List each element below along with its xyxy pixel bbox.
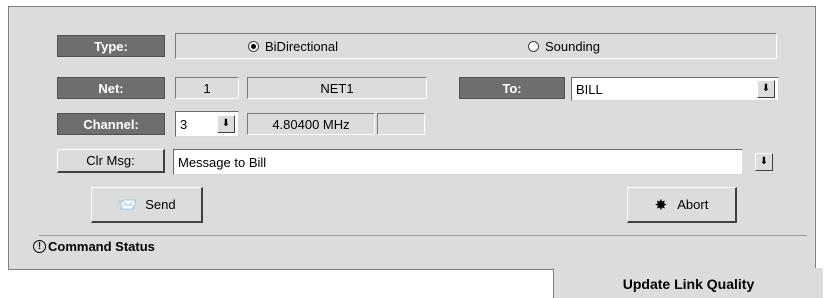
clr-msg-button[interactable]: Clr Msg:	[57, 149, 165, 173]
type-label: Type:	[57, 35, 165, 57]
status-divider	[39, 235, 807, 236]
send-button-label: Send	[145, 197, 176, 212]
send-button[interactable]: 📨 Send	[91, 187, 203, 223]
type-radio-group: BiDirectional Sounding	[175, 33, 777, 59]
abort-button-label: Abort	[677, 197, 709, 212]
channel-label: Channel:	[57, 113, 165, 135]
channel-dropdown-icon[interactable]: ⬇	[217, 115, 235, 133]
abort-button[interactable]: ✸ Abort	[627, 187, 737, 223]
main-panel: Type: BiDirectional Sounding Net: 1 NET1…	[8, 6, 816, 270]
command-status: ! Command Status	[33, 239, 155, 254]
radio-bidirectional-circle	[248, 41, 259, 52]
radio-sounding[interactable]: Sounding	[528, 39, 600, 54]
radio-sounding-label: Sounding	[545, 39, 600, 54]
net-label: Net:	[57, 77, 165, 99]
net-name-field: NET1	[247, 77, 427, 99]
radio-sounding-circle	[528, 41, 539, 52]
to-label: To:	[459, 77, 565, 99]
radio-bidirectional-label: BiDirectional	[265, 39, 338, 54]
tab-update-link-quality[interactable]: Update Link Quality	[553, 268, 823, 298]
abort-icon: ✸	[654, 196, 668, 214]
exclamation-icon: !	[33, 240, 46, 253]
channel-extra-field	[377, 113, 425, 135]
to-select[interactable]: BILL	[571, 77, 779, 101]
send-icon: 📨	[117, 196, 138, 214]
message-input[interactable]: Message to Bill	[173, 149, 743, 175]
frequency-field: 4.80400 MHz	[247, 113, 375, 135]
to-dropdown-icon[interactable]: ⬇	[757, 80, 775, 98]
radio-bidirectional[interactable]: BiDirectional	[248, 39, 338, 54]
tab-update-link-quality-label: Update Link Quality	[622, 275, 755, 292]
command-status-label: Command Status	[48, 239, 155, 254]
net-number-field: 1	[175, 77, 239, 99]
message-dropdown-icon[interactable]: ⬇	[755, 153, 773, 171]
